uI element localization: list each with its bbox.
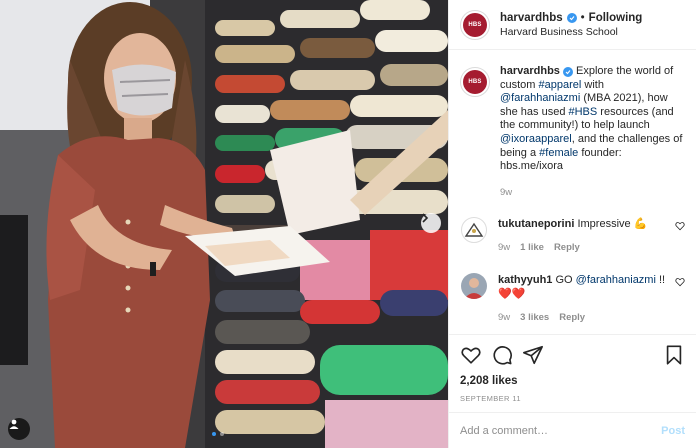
carousel-dot-active [212,432,216,436]
likes-count[interactable]: 2,208 likes [460,375,685,387]
hbs-logo: HBS [463,12,487,37]
bookmark-icon [666,345,682,365]
hbs-logo: HBS [463,70,487,94]
comment-username[interactable]: tukutaneporini [498,218,574,230]
heart-icon [461,347,481,364]
comment-likes[interactable]: 1 like [520,241,544,255]
share-icon [523,345,543,365]
comment-like-heart-icon[interactable] [675,277,685,287]
save-button[interactable] [663,344,685,366]
add-comment-bar: Post [449,412,696,448]
post-photo[interactable] [0,0,448,448]
comment-like-heart-icon[interactable] [675,221,685,231]
post-actions: 2,208 likes SEPTEMBER 11 [449,334,696,412]
comment-likes[interactable]: 3 likes [520,311,549,325]
post-location[interactable]: Harvard Business School [500,26,642,38]
post-comment-button[interactable]: Post [661,425,685,437]
verified-badge-icon [562,67,573,77]
avatar[interactable]: HBS [460,9,490,40]
carousel-dot [220,432,224,436]
instagram-post-modal: HBS harvardhbs • Following Harvard Busin… [0,0,696,448]
post-date[interactable]: SEPTEMBER 11 [460,394,685,403]
post-header: HBS harvardhbs • Following Harvard Busin… [449,0,696,50]
verified-badge-icon [566,12,577,23]
hashtag-link[interactable]: #HBS [569,106,598,118]
user-tags-button[interactable] [8,418,30,440]
caption-avatar[interactable]: HBS [460,67,490,97]
reply-button[interactable]: Reply [559,311,585,325]
comment-time[interactable]: 9w [498,311,510,325]
reply-button[interactable]: Reply [554,241,580,255]
comment-text: Impressive 💪 [577,218,648,231]
comment-button[interactable] [491,344,513,366]
following-button[interactable]: Following [589,12,643,24]
hashtag-link[interactable]: #apparel [539,79,582,91]
mention-link[interactable]: @farahhaniazmi [576,274,656,286]
comments-list[interactable]: HBS harvardhbs Explore the world of cust… [449,51,696,334]
carousel-next-button[interactable] [421,213,441,233]
avatar[interactable] [461,273,487,300]
caption-text: with [581,78,604,91]
add-comment-input[interactable] [460,424,662,437]
comment-item: tukutaneporini Impressive 💪 9w 1 like Re… [460,217,687,255]
carousel-indicator [212,432,224,436]
post-username[interactable]: harvardhbs [500,12,563,24]
avatar[interactable] [461,217,487,244]
comment-time[interactable]: 9w [498,241,510,255]
comment-item: kathyyuh1 GO @farahhaniazmi !!❤️❤️ 9w 3 … [460,273,687,325]
comment-text: GO [555,274,576,287]
post-side-panel: HBS harvardhbs • Following Harvard Busin… [448,0,696,448]
comment-username[interactable]: kathyyuh1 [498,274,552,286]
hashtag-link[interactable]: #female [539,147,578,159]
mention-link[interactable]: @ixoraapparel [500,133,572,145]
caption-time[interactable]: 9w [500,186,686,200]
separator-dot: • [580,11,585,24]
like-button[interactable] [460,344,482,366]
comment-icon [493,346,512,365]
caption: HBS harvardhbs Explore the world of cust… [460,65,687,199]
share-button[interactable] [522,344,544,366]
chevron-right-icon [422,213,429,223]
mention-link[interactable]: @farahhaniazmi [500,92,580,104]
photo-illustration [0,0,448,448]
caption-username[interactable]: harvardhbs [500,65,560,77]
user-tag-icon [9,419,19,429]
